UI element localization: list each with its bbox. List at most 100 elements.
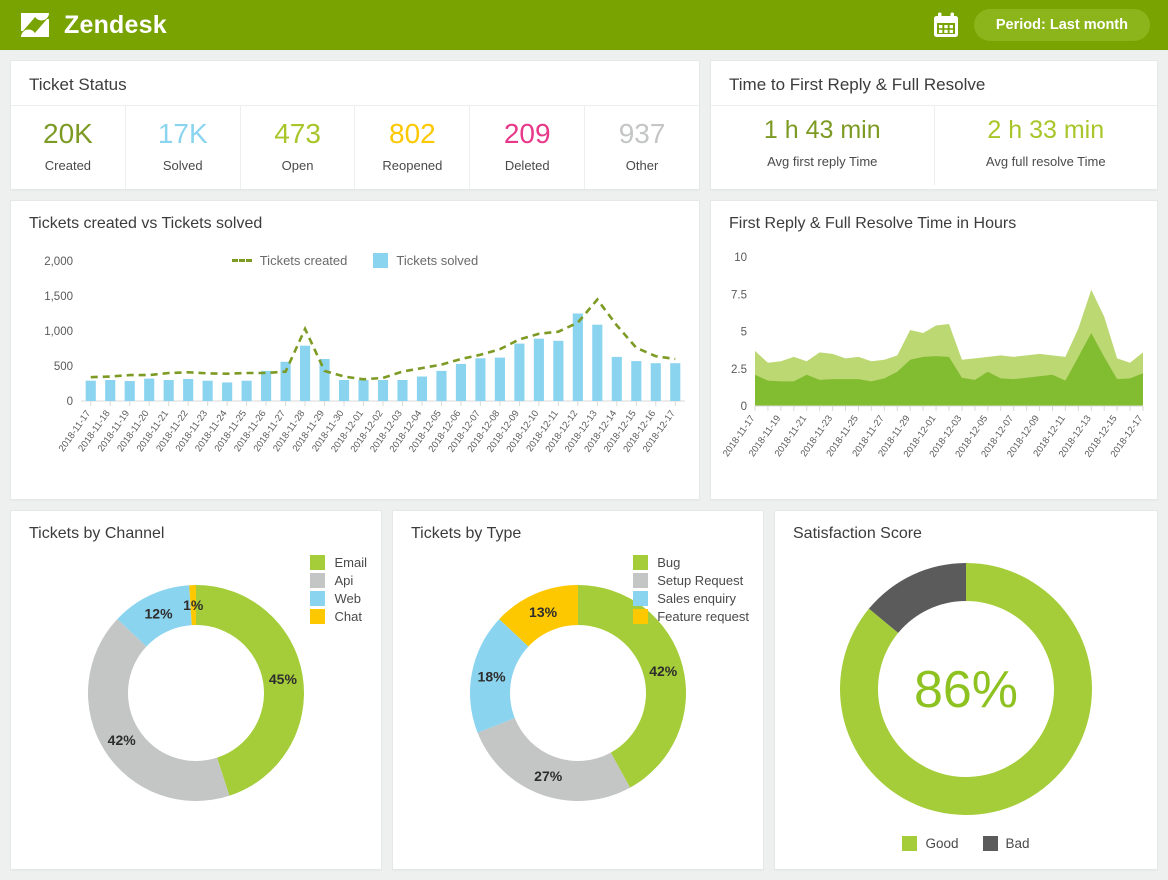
legend-item-web[interactable]: Web	[310, 591, 367, 606]
kpi-avg-first-reply[interactable]: 1 h 43 min Avg first reply Time	[711, 106, 935, 185]
legend-tickets-solved[interactable]: Tickets solved	[373, 253, 478, 268]
kpi-other[interactable]: 937 Other	[585, 106, 699, 189]
area-chart-title: First Reply & Full Resolve Time in Hours	[711, 201, 1157, 243]
svg-text:0: 0	[67, 396, 73, 408]
legend-item-good[interactable]: Good	[902, 836, 958, 851]
time-to-reply-card: Time to First Reply & Full Resolve 1 h 4…	[710, 60, 1158, 190]
legend-item-chat[interactable]: Chat	[310, 609, 367, 624]
svg-text:12%: 12%	[145, 605, 174, 621]
time-panel-metrics: 1 h 43 min Avg first reply Time 2 h 33 m…	[711, 105, 1157, 185]
svg-text:45%: 45%	[269, 671, 298, 687]
satisfaction-donut[interactable]: 86%	[816, 553, 1116, 825]
svg-text:5: 5	[741, 327, 747, 339]
kpi-open-value: 473	[245, 116, 351, 151]
app-brand-title: Zendesk	[64, 11, 167, 40]
kpi-avg-full-resolve-value: 2 h 33 min	[939, 116, 1154, 145]
legend-item-email[interactable]: Email	[310, 555, 367, 570]
dashboard-body: Ticket Status 20K Created 17K Solved 473…	[0, 50, 1168, 880]
legend-api-label: Api	[334, 573, 353, 588]
color-swatch-icon	[633, 591, 648, 606]
bar-chart-title: Tickets created vs Tickets solved	[11, 201, 699, 243]
timeseries-row: Tickets created vs Tickets solved Ticket…	[10, 200, 1158, 500]
kpi-created-value: 20K	[15, 116, 121, 151]
ticket-status-card: Ticket Status 20K Created 17K Solved 473…	[10, 60, 700, 190]
type-chart-title: Tickets by Type	[393, 511, 763, 553]
svg-text:2.5: 2.5	[731, 364, 747, 376]
legend-item-feature-request[interactable]: Feature request	[633, 609, 749, 624]
satisfaction-legend: Good Bad	[775, 836, 1157, 851]
kpi-deleted[interactable]: 209 Deleted	[470, 106, 585, 189]
legend-item-sales-enquiry[interactable]: Sales enquiry	[633, 591, 749, 606]
channel-chart-title: Tickets by Channel	[11, 511, 381, 553]
dashed-line-icon	[232, 259, 252, 262]
kpi-created[interactable]: 20K Created	[11, 106, 126, 189]
kpi-solved[interactable]: 17K Solved	[126, 106, 241, 189]
period-selector[interactable]: Period: Last month	[974, 9, 1150, 41]
legend-setup-request-label: Setup Request	[657, 573, 743, 588]
legend-tickets-created-label: Tickets created	[260, 253, 348, 268]
svg-text:10: 10	[734, 252, 747, 264]
donuts-row: Tickets by Channel Email Api Web Chat	[10, 510, 1158, 870]
kpi-reopened-label: Reopened	[359, 158, 465, 173]
kpi-avg-first-reply-label: Avg first reply Time	[715, 154, 930, 169]
legend-bug-label: Bug	[657, 555, 680, 570]
channel-legend: Email Api Web Chat	[310, 555, 367, 627]
bar-chart-plot[interactable]: 05001,0001,5002,0002018-11-172018-11-182…	[11, 243, 699, 493]
tickets-created-vs-solved-card: Tickets created vs Tickets solved Ticket…	[10, 200, 700, 500]
kpi-other-label: Other	[589, 158, 695, 173]
svg-text:500: 500	[54, 361, 73, 373]
svg-text:0: 0	[741, 401, 747, 413]
color-swatch-icon	[633, 609, 648, 624]
calendar-icon[interactable]	[932, 11, 960, 39]
color-swatch-icon	[902, 836, 917, 851]
kpi-solved-value: 17K	[130, 116, 236, 151]
legend-feature-request-label: Feature request	[657, 609, 749, 624]
channel-donut[interactable]: 45% 42% 12% 1%	[46, 553, 346, 843]
kpi-reopened[interactable]: 802 Reopened	[355, 106, 470, 189]
kpi-created-label: Created	[15, 158, 121, 173]
satisfaction-donut-wrap: 86%	[775, 553, 1157, 825]
svg-text:13%: 13%	[529, 604, 558, 620]
zendesk-logo-icon	[18, 8, 52, 42]
legend-item-api[interactable]: Api	[310, 573, 367, 588]
svg-text:42%: 42%	[649, 663, 678, 679]
area-chart-plot[interactable]: 02.557.5102018-11-172018-11-192018-11-21…	[711, 243, 1157, 498]
legend-tickets-created[interactable]: Tickets created	[232, 253, 348, 268]
svg-text:42%: 42%	[108, 732, 137, 748]
ticket-status-metrics: 20K Created 17K Solved 473 Open 802 Reop…	[11, 105, 699, 189]
color-swatch-icon	[310, 609, 325, 624]
time-panel-title: Time to First Reply & Full Resolve	[711, 61, 1157, 105]
kpi-deleted-label: Deleted	[474, 158, 580, 173]
color-swatch-icon	[373, 253, 388, 268]
reply-resolve-hours-card: First Reply & Full Resolve Time in Hours…	[710, 200, 1158, 500]
bar-chart-legend: Tickets created Tickets solved	[11, 253, 699, 268]
satisfaction-score-card: Satisfaction Score 86% Good Bad	[774, 510, 1158, 870]
kpi-avg-full-resolve[interactable]: 2 h 33 min Avg full resolve Time	[935, 106, 1158, 185]
svg-text:1,500: 1,500	[44, 291, 73, 303]
svg-text:27%: 27%	[534, 768, 563, 784]
kpi-avg-full-resolve-label: Avg full resolve Time	[939, 154, 1154, 169]
color-swatch-icon	[983, 836, 998, 851]
kpi-other-value: 937	[589, 116, 695, 151]
type-legend: Bug Setup Request Sales enquiry Feature …	[633, 555, 749, 627]
app-header: Zendesk Period: Last month	[0, 0, 1168, 50]
legend-item-setup-request[interactable]: Setup Request	[633, 573, 749, 588]
kpi-deleted-value: 209	[474, 116, 580, 151]
legend-item-bug[interactable]: Bug	[633, 555, 749, 570]
satisfaction-chart-title: Satisfaction Score	[775, 511, 1157, 553]
kpi-row: Ticket Status 20K Created 17K Solved 473…	[10, 60, 1158, 190]
ticket-status-title: Ticket Status	[11, 61, 699, 105]
kpi-reopened-value: 802	[359, 116, 465, 151]
color-swatch-icon	[633, 555, 648, 570]
kpi-solved-label: Solved	[130, 158, 236, 173]
svg-text:1%: 1%	[183, 597, 204, 613]
legend-item-bad[interactable]: Bad	[983, 836, 1030, 851]
legend-good-label: Good	[925, 836, 958, 851]
legend-tickets-solved-label: Tickets solved	[396, 253, 478, 268]
svg-text:7.5: 7.5	[731, 289, 747, 301]
legend-bad-label: Bad	[1006, 836, 1030, 851]
color-swatch-icon	[310, 591, 325, 606]
kpi-open[interactable]: 473 Open	[241, 106, 356, 189]
svg-text:1,000: 1,000	[44, 326, 73, 338]
color-swatch-icon	[310, 573, 325, 588]
